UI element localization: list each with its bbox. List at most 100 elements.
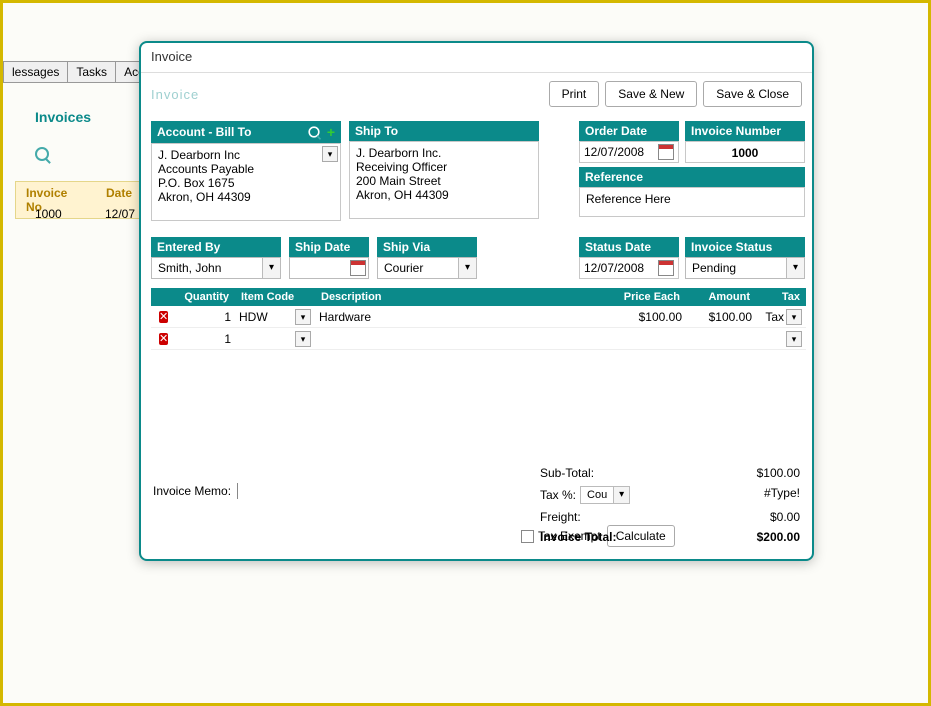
status-date-header: Status Date bbox=[579, 237, 679, 257]
cell-price[interactable]: $100.00 bbox=[606, 310, 686, 324]
invoice-number-header: Invoice Number bbox=[685, 121, 805, 141]
cell-desc[interactable]: Hardware bbox=[315, 310, 606, 324]
bill-to-box: J. Dearborn Inc Accounts Payable P.O. Bo… bbox=[151, 143, 341, 221]
chevron-down-icon[interactable]: ▾ bbox=[295, 331, 311, 347]
cell-qty[interactable]: 1 bbox=[175, 310, 235, 324]
order-date-section: Order Date 12/07/2008 bbox=[579, 121, 679, 163]
subtotal-label: Sub-Total: bbox=[540, 466, 594, 480]
dialog-title: Invoice bbox=[141, 43, 812, 73]
chevron-down-icon[interactable]: ▾ bbox=[613, 487, 629, 503]
taxpct-amount: #Type! bbox=[764, 486, 800, 504]
memo-row: Invoice Memo: bbox=[153, 483, 497, 499]
cell-amount: $100.00 bbox=[686, 310, 756, 324]
entered-by-section: Entered By Smith, John ▾ bbox=[151, 237, 281, 279]
reference-section: Reference Reference Here bbox=[579, 167, 805, 217]
freight-label: Freight: bbox=[540, 510, 581, 524]
chevron-down-icon[interactable]: ▾ bbox=[786, 258, 804, 278]
grid-row[interactable]: ✕ 1 ▾ ▾ bbox=[151, 328, 806, 350]
search-icon[interactable] bbox=[35, 147, 49, 166]
chevron-down-icon[interactable]: ▾ bbox=[786, 309, 802, 325]
tax-pct-combo[interactable]: Cou ▾ bbox=[580, 486, 630, 504]
invoice-status-section: Invoice Status Pending ▾ bbox=[685, 237, 805, 279]
app-frame: lessages Tasks Accounts Invoices Invoice… bbox=[0, 0, 931, 706]
invoice-dialog: Invoice Invoice Print Save & New Save & … bbox=[139, 41, 814, 561]
status-date-box: 12/07/2008 bbox=[579, 257, 679, 279]
ship-to-line4: Akron, OH 44309 bbox=[356, 188, 532, 202]
order-date-value: 12/07/2008 bbox=[584, 145, 658, 159]
bill-to-header-label: Account - Bill To bbox=[157, 125, 307, 139]
save-close-button[interactable]: Save & Close bbox=[703, 81, 802, 107]
cell-code[interactable]: HDW▾ bbox=[235, 309, 315, 325]
col-qty: Quantity bbox=[175, 288, 235, 306]
page-title: Invoices bbox=[35, 109, 91, 125]
status-date-section: Status Date 12/07/2008 bbox=[579, 237, 679, 279]
ship-date-section: Ship Date bbox=[289, 237, 369, 279]
ship-to-section: Ship To J. Dearborn Inc. Receiving Offic… bbox=[349, 121, 539, 219]
cell-tax[interactable]: Tax▾ bbox=[756, 309, 806, 325]
reference-value[interactable]: Reference Here bbox=[579, 187, 805, 217]
bill-to-line3: P.O. Box 1675 bbox=[158, 176, 334, 190]
memo-input[interactable] bbox=[237, 483, 497, 499]
cell-code[interactable]: ▾ bbox=[235, 331, 315, 347]
entered-by-value: Smith, John bbox=[152, 261, 262, 275]
search-account-icon[interactable] bbox=[308, 126, 319, 137]
tab-messages[interactable]: lessages bbox=[3, 61, 68, 83]
ship-date-field[interactable] bbox=[289, 257, 369, 279]
chevron-down-icon[interactable]: ▾ bbox=[458, 258, 476, 278]
col-amount: Amount bbox=[686, 288, 756, 306]
ship-date-header: Ship Date bbox=[289, 237, 369, 257]
grid-row[interactable]: ✕ 1 HDW▾ Hardware $100.00 $100.00 Tax▾ bbox=[151, 306, 806, 328]
order-date-box: 12/07/2008 bbox=[579, 141, 679, 163]
invoice-status-combo[interactable]: Pending ▾ bbox=[685, 257, 805, 279]
memo-label: Invoice Memo: bbox=[153, 484, 231, 498]
tax-exempt-checkbox[interactable] bbox=[521, 530, 534, 543]
cell-qty[interactable]: 1 bbox=[175, 332, 235, 346]
delete-row-icon[interactable]: ✕ bbox=[159, 311, 168, 323]
ship-via-section: Ship Via Courier ▾ bbox=[377, 237, 477, 279]
chevron-down-icon[interactable]: ▾ bbox=[786, 331, 802, 347]
chevron-down-icon[interactable]: ▾ bbox=[295, 309, 311, 325]
bill-to-line2: Accounts Payable bbox=[158, 162, 334, 176]
taxpct-label: Tax %: bbox=[540, 488, 576, 502]
ship-via-combo[interactable]: Courier ▾ bbox=[377, 257, 477, 279]
cell-tax[interactable]: ▾ bbox=[756, 331, 806, 347]
save-new-button[interactable]: Save & New bbox=[605, 81, 697, 107]
add-account-icon[interactable]: + bbox=[327, 124, 335, 140]
dialog-toolbar: Invoice Print Save & New Save & Close bbox=[141, 73, 812, 115]
invoice-status-value: Pending bbox=[686, 261, 786, 275]
breadcrumb: Invoice bbox=[151, 87, 543, 102]
col-code: Item Code bbox=[235, 288, 315, 306]
bill-to-header: Account - Bill To + bbox=[151, 121, 341, 143]
print-button[interactable]: Print bbox=[549, 81, 600, 107]
ship-via-header: Ship Via bbox=[377, 237, 477, 257]
totals-block: Sub-Total: $100.00 Tax %: Cou ▾ #Type! F… bbox=[540, 463, 800, 547]
total-value: $200.00 bbox=[757, 530, 800, 544]
tab-tasks[interactable]: Tasks bbox=[67, 61, 116, 83]
calendar-icon[interactable] bbox=[350, 260, 366, 276]
ship-to-box: J. Dearborn Inc. Receiving Officer 200 M… bbox=[349, 141, 539, 219]
freight-value: $0.00 bbox=[770, 510, 800, 524]
delete-row-icon[interactable]: ✕ bbox=[159, 333, 168, 345]
ship-to-line2: Receiving Officer bbox=[356, 160, 532, 174]
row-invoice-no: 1000 bbox=[15, 203, 95, 225]
grid-header: Quantity Item Code Description Price Eac… bbox=[151, 288, 806, 306]
ship-via-value: Courier bbox=[378, 261, 458, 275]
invoice-list-row[interactable]: 1000 12/07 bbox=[15, 203, 155, 225]
bill-to-section: Account - Bill To + J. Dearborn Inc Acco… bbox=[151, 121, 341, 221]
status-date-value: 12/07/2008 bbox=[584, 261, 658, 275]
ship-to-header: Ship To bbox=[349, 121, 539, 141]
col-tax: Tax bbox=[756, 288, 806, 306]
invoice-number-value: 1000 bbox=[685, 141, 805, 163]
bill-to-line4: Akron, OH 44309 bbox=[158, 190, 334, 204]
entered-by-combo[interactable]: Smith, John ▾ bbox=[151, 257, 281, 279]
calendar-icon[interactable] bbox=[658, 260, 674, 276]
bill-to-dropdown[interactable]: ▾ bbox=[322, 146, 338, 162]
invoice-status-header: Invoice Status bbox=[685, 237, 805, 257]
chevron-down-icon[interactable]: ▾ bbox=[262, 258, 280, 278]
col-desc: Description bbox=[315, 288, 606, 306]
tax-pct-value: Cou bbox=[581, 489, 613, 501]
total-label: Invoice Total: bbox=[540, 530, 616, 544]
invoice-number-section: Invoice Number 1000 bbox=[685, 121, 805, 163]
calendar-icon[interactable] bbox=[658, 144, 674, 160]
bill-to-line1: J. Dearborn Inc bbox=[158, 148, 334, 162]
